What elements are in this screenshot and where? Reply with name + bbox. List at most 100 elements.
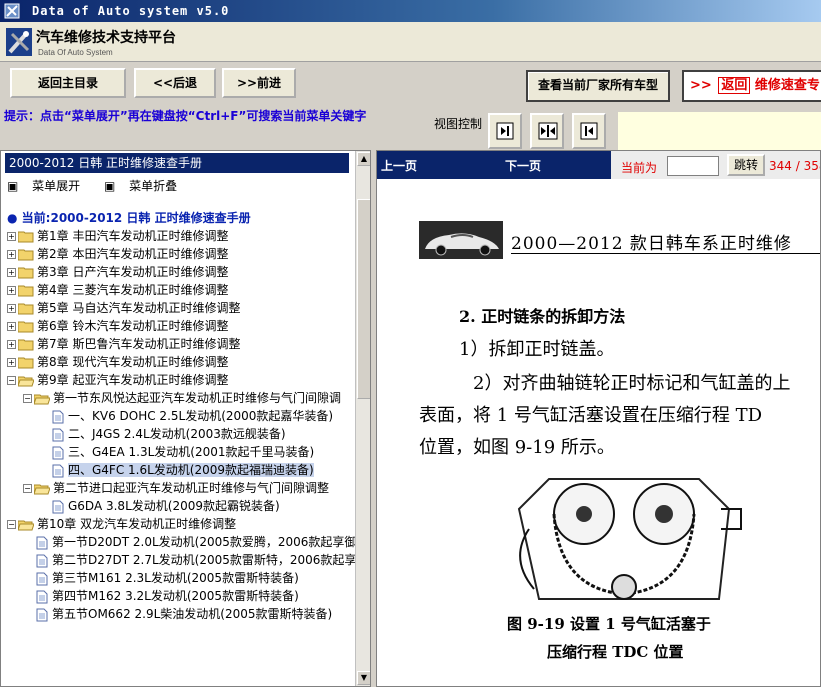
hint-text: 提示：点击“菜单展开”再在键盘按“Ctrl+F”可搜索当前菜单关键字	[4, 109, 367, 123]
document-panel: 上一页 下一页 当前为 344 跳转 344 / 358 2000—2012 款…	[376, 150, 821, 687]
expand-node-icon[interactable]: +	[7, 358, 16, 367]
app-title: 汽车维修技术支持平台	[36, 30, 176, 46]
info-strip	[618, 112, 821, 150]
expand-node-icon[interactable]: +	[7, 268, 16, 277]
collapse-node-icon[interactable]: −	[7, 376, 16, 385]
tree-folder-item[interactable]: − 第一节东风悦达起亚汽车发动机正时维修与气门间隙调	[23, 389, 341, 407]
arrow-right-bar-icon	[496, 122, 514, 140]
figure-caption-line2: 压缩行程 TDC 位置	[547, 643, 684, 661]
app-header: 汽车维修技术支持平台 Data Of Auto System	[0, 22, 821, 62]
app-window: Data of Auto system v5.0 汽车维修技术支持平台 Data…	[0, 0, 821, 687]
tree-doc-item[interactable]: 第三节M161 2.3L发动机(2005款雷斯特装备)	[23, 569, 299, 587]
collapse-node-icon[interactable]: −	[23, 484, 32, 493]
document-icon	[52, 500, 64, 513]
folder-icon	[18, 339, 34, 350]
document-icon	[52, 464, 64, 477]
tree-folder-item[interactable]: − 第10章 双龙汽车发动机正时维修调整	[7, 515, 236, 533]
quick-back-label: 维修速查专	[754, 78, 820, 93]
step-1: 1）拆卸正时链盖。	[459, 339, 615, 360]
expand-node-icon[interactable]: +	[7, 304, 16, 313]
tree-folder-item[interactable]: + 第4章 三菱汽车发动机正时维修调整	[7, 281, 228, 299]
view-left-pane-button[interactable]	[488, 113, 522, 149]
forward-button[interactable]: >>前进	[222, 68, 296, 98]
tree-item-label: 第五节OM662 2.9L柴油发动机(2005款雷斯特装备)	[52, 607, 333, 621]
tree-folder-item[interactable]: + 第2章 本田汽车发动机正时维修调整	[7, 245, 228, 263]
all-models-button[interactable]: 查看当前厂家所有车型	[526, 70, 670, 102]
tree-item-label: 第8章 现代汽车发动机正时维修调整	[37, 355, 229, 369]
step-2-cont: 表面，将 1 号气缸活塞设置在压缩行程 TD	[419, 405, 763, 426]
tree-item-label: 一、KV6 DOHC 2.5L发动机(2000款起嘉华装备)	[68, 409, 334, 423]
tree-folder-item[interactable]: + 第5章 马自达汽车发动机正时维修调整	[7, 299, 240, 317]
app-icon	[4, 3, 20, 19]
expand-menu-item[interactable]: ▣ 菜单展开	[7, 179, 90, 193]
menu-panel: 2000-2012 日韩 正时维修速查手册 ▣ 菜单展开 ▣ 菜单折叠 ● 当前…	[0, 150, 371, 687]
document-icon	[36, 572, 48, 585]
scroll-up-icon[interactable]: ▲	[357, 152, 370, 166]
view-split-button[interactable]	[530, 113, 564, 149]
tree-item-label: 第9章 起亚汽车发动机正时维修调整	[37, 373, 229, 387]
open-folder-icon	[18, 376, 34, 386]
tree-doc-item[interactable]: 第二节D27DT 2.7L发动机(2005款雷斯特，2006款起享	[23, 551, 356, 569]
manual-page: 2000—2012 款日韩车系正时维修 2. 正时链条的拆卸方法 1）拆卸正时链…	[377, 179, 820, 686]
title-bar: Data of Auto system v5.0	[0, 0, 821, 22]
tree-item-label: 第4章 三菱汽车发动机正时维修调整	[37, 283, 229, 297]
app-subtitle: Data Of Auto System	[38, 48, 113, 57]
document-icon	[52, 428, 64, 441]
menu-toggles: ▣ 菜单展开 ▣ 菜单折叠	[7, 177, 197, 194]
tree-doc-item[interactable]: 一、KV6 DOHC 2.5L发动机(2000款起嘉华装备)	[39, 407, 333, 425]
tree-doc-item[interactable]: 第一节D20DT 2.0L发动机(2005款爱腾，2006款起享御	[23, 533, 356, 551]
expand-node-icon[interactable]: +	[7, 286, 16, 295]
expand-node-icon[interactable]: +	[7, 250, 16, 259]
tree-item-label: 第三节M161 2.3L发动机(2005款雷斯特装备)	[52, 571, 299, 585]
page-header: 2000—2012 款日韩车系正时维修	[419, 219, 820, 259]
collapse-menu-item[interactable]: ▣ 菜单折叠	[104, 179, 187, 193]
open-folder-icon	[34, 394, 50, 404]
scroll-thumb[interactable]	[357, 199, 370, 399]
home-button[interactable]: 返回主目录	[10, 68, 126, 98]
tree-item-label: 第一节东风悦达起亚汽车发动机正时维修与气门间隙调	[53, 391, 342, 405]
quick-back-prefix: 返回	[718, 77, 751, 94]
tree-doc-item[interactable]: 第四节M162 3.2L发动机(2005款雷斯特装备)	[23, 587, 299, 605]
jump-button[interactable]: 跳转	[727, 154, 765, 176]
tree-folder-item[interactable]: + 第8章 现代汽车发动机正时维修调整	[7, 353, 228, 371]
tree-doc-item[interactable]: 三、G4EA 1.3L发动机(2001款起千里马装备)	[39, 443, 314, 461]
page-number-input[interactable]: 344	[667, 156, 719, 176]
tree-doc-item[interactable]: 第五节OM662 2.9L柴油发动机(2005款雷斯特装备)	[23, 605, 332, 623]
quick-back-button[interactable]: >> 返回 维修速查专	[682, 70, 821, 102]
folder-icon	[18, 231, 34, 242]
tree-folder-item[interactable]: + 第6章 铃木汽车发动机正时维修调整	[7, 317, 228, 335]
page-total: 344 / 358	[769, 159, 821, 173]
tree-folder-item[interactable]: − 第9章 起亚汽车发动机正时维修调整	[7, 371, 228, 389]
expand-node-icon[interactable]: +	[7, 322, 16, 331]
prev-page-link[interactable]: 上一页	[381, 157, 417, 174]
tree-item-label: 第二节进口起亚汽车发动机正时维修与气门间隙调整	[53, 481, 330, 495]
folder-icon	[18, 321, 34, 332]
back-button[interactable]: <<后退	[134, 68, 216, 98]
tree-doc-item[interactable]: G6DA 3.8L发动机(2009款起霸锐装备)	[39, 497, 280, 515]
tree-folder-item[interactable]: + 第7章 斯巴鲁汽车发动机正时维修调整	[7, 335, 240, 353]
manual-title: 2000-2012 日韩 正时维修速查手册	[5, 153, 349, 173]
next-page-link[interactable]: 下一页	[505, 157, 541, 174]
tree-item-label: 第3章 日产汽车发动机正时维修调整	[37, 265, 229, 279]
tree-folder-item[interactable]: − 第二节进口起亚汽车发动机正时维修与气门间隙调整	[23, 479, 329, 497]
page-header-title: 2000—2012 款日韩车系正时维修	[511, 234, 792, 254]
scroll-down-icon[interactable]: ▼	[357, 671, 370, 685]
arrow-left-bar-icon	[580, 122, 598, 140]
folder-icon	[18, 285, 34, 296]
current-label: 当前:2000-2012 日韩 正时维修速查手册	[21, 211, 251, 225]
menu-scrollbar[interactable]: ▲ ▼	[355, 151, 370, 686]
tree-folder-item[interactable]: + 第1章 丰田汽车发动机正时维修调整	[7, 227, 228, 245]
view-right-pane-button[interactable]	[572, 113, 606, 149]
tree-folder-item[interactable]: + 第3章 日产汽车发动机正时维修调整	[7, 263, 228, 281]
hint-bar: 提示：点击“菜单展开”再在键盘按“Ctrl+F”可搜索当前菜单关键字 视图控制	[0, 104, 821, 150]
expand-node-icon[interactable]: +	[7, 340, 16, 349]
collapse-node-icon[interactable]: −	[23, 394, 32, 403]
tree-item-label: 第10章 双龙汽车发动机正时维修调整	[37, 517, 237, 531]
expand-node-icon[interactable]: +	[7, 232, 16, 241]
tree-item-label: 二、J4GS 2.4L发动机(2003款远舰装备)	[68, 427, 286, 441]
toolbar: 返回主目录 <<后退 >>前进 查看当前厂家所有车型 >> 返回 维修速查专	[0, 62, 821, 104]
tree-item-label: 第5章 马自达汽车发动机正时维修调整	[37, 301, 241, 315]
collapse-node-icon[interactable]: −	[7, 520, 16, 529]
tree-doc-item[interactable]: 二、J4GS 2.4L发动机(2003款远舰装备)	[39, 425, 286, 443]
tree-doc-item[interactable]: 四、G4FC 1.6L发动机(2009款起福瑞迪装备)	[39, 461, 314, 479]
